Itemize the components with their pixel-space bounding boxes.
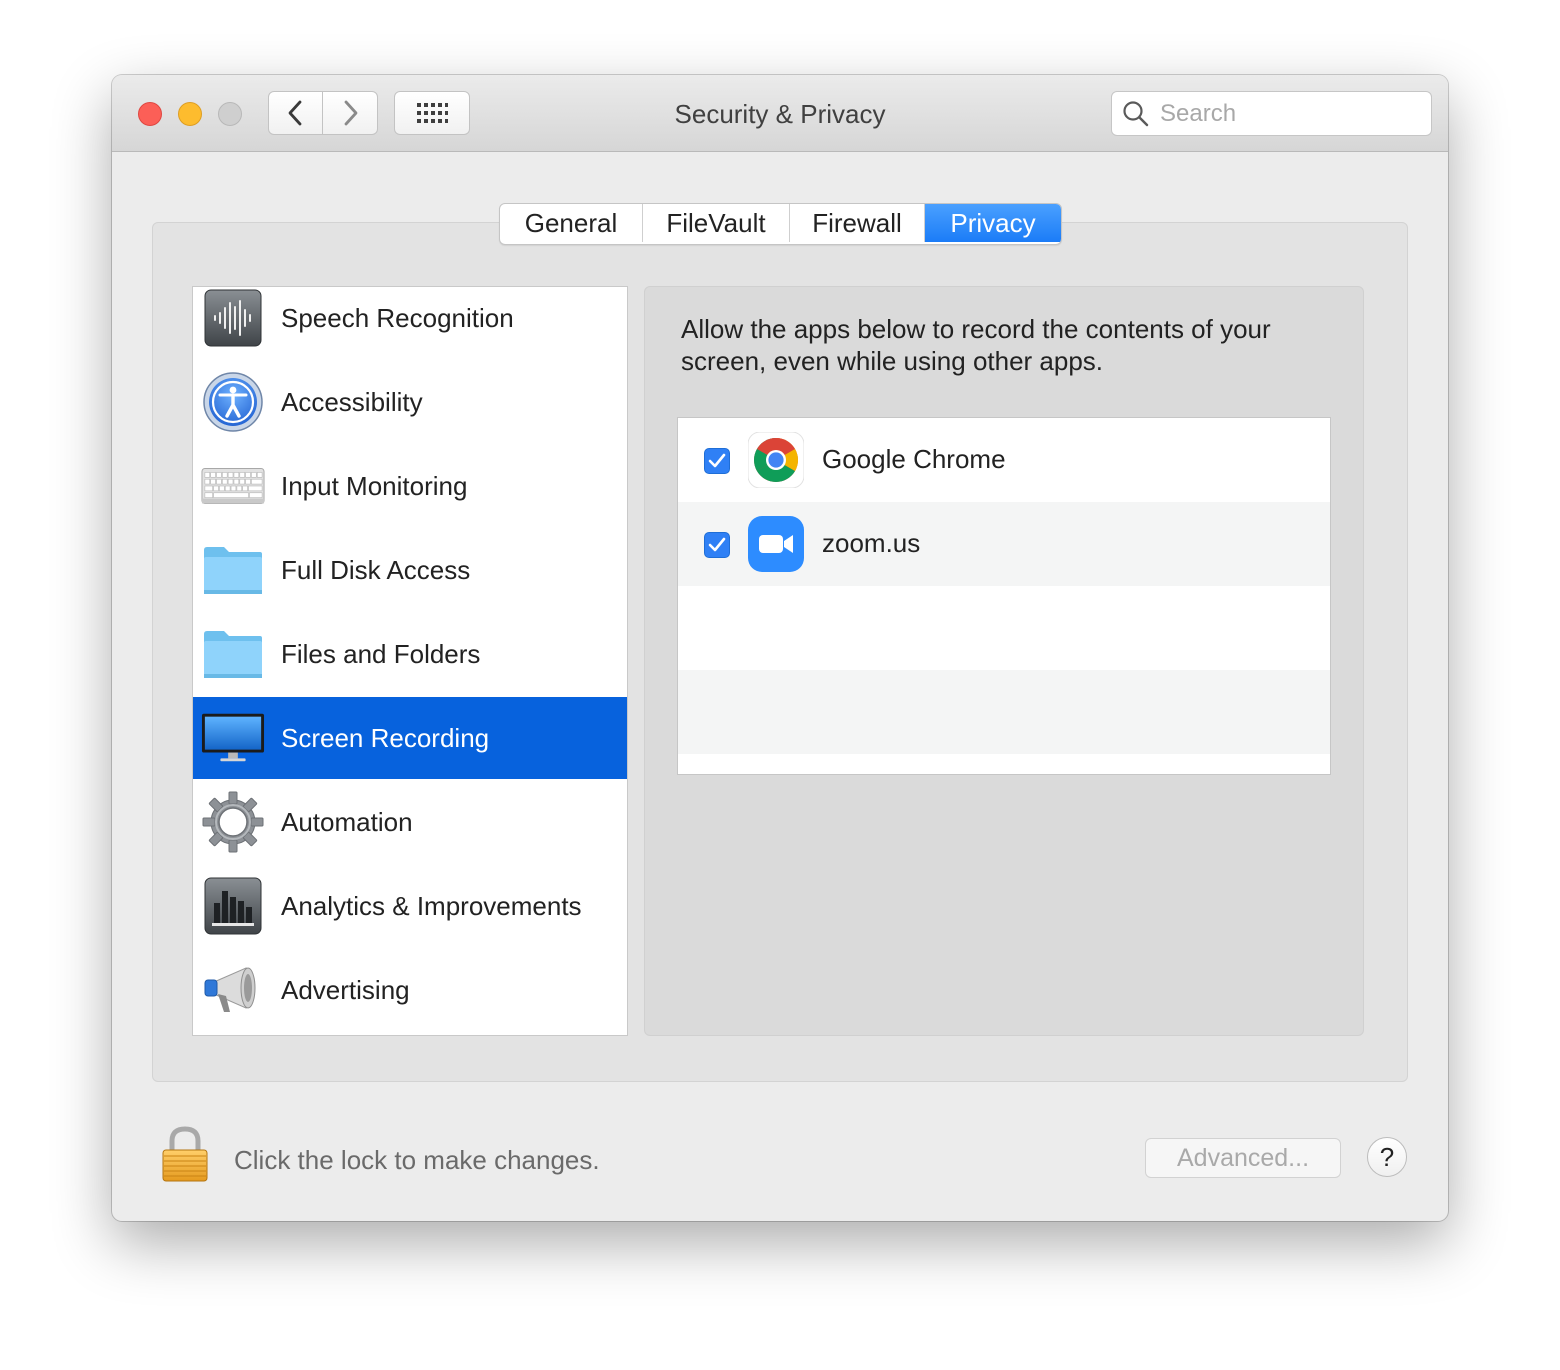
megaphone-icon xyxy=(201,958,265,1022)
sidebar-item-screen-recording[interactable]: Screen Recording xyxy=(193,697,627,779)
app-name: zoom.us xyxy=(822,528,921,558)
sidebar-item-accessibility[interactable]: Accessibility xyxy=(193,361,627,443)
sidebar-item-speech-recognition[interactable]: Speech Recognition xyxy=(193,287,627,359)
help-button[interactable]: ? xyxy=(1367,1137,1407,1177)
app-name: Google Chrome xyxy=(822,444,1006,474)
sidebar-item-label: Input Monitoring xyxy=(281,470,468,501)
search-field[interactable] xyxy=(1111,91,1432,136)
app-row-google-chrome[interactable]: Google Chrome xyxy=(678,418,1330,502)
empty-row xyxy=(678,586,1330,670)
sidebar-item-analytics-improvements[interactable]: Analytics & Improvements xyxy=(193,865,627,947)
speech-recognition-icon xyxy=(201,287,265,350)
sidebar-item-advertising[interactable]: Advertising xyxy=(193,949,627,1031)
gear-icon xyxy=(201,790,265,854)
checkmark-icon xyxy=(708,453,726,468)
app-row-zoom[interactable]: zoom.us xyxy=(678,502,1330,586)
search-icon xyxy=(1123,100,1149,126)
advanced-button[interactable]: Advanced... xyxy=(1145,1138,1341,1178)
app-checkbox[interactable] xyxy=(704,532,730,558)
sidebar-item-files-and-folders[interactable]: Files and Folders xyxy=(193,613,627,695)
sidebar-item-label: Screen Recording xyxy=(281,722,490,753)
accessibility-icon xyxy=(201,370,265,434)
permission-description: Allow the apps below to record the conte… xyxy=(681,314,1271,376)
screen-recording-pane: Allow the apps below to record the conte… xyxy=(644,286,1364,1036)
folder-icon xyxy=(201,538,265,602)
empty-row xyxy=(678,670,1330,754)
sidebar-item-full-disk-access[interactable]: Full Disk Access xyxy=(193,529,627,611)
system-preferences-window: Security & Privacy General FileVault Fir… xyxy=(112,75,1448,1221)
sidebar-item-label: Advertising xyxy=(281,974,410,1005)
sidebar-item-label: Files and Folders xyxy=(281,638,481,669)
sidebar-item-label: Automation xyxy=(281,806,413,837)
app-checkbox[interactable] xyxy=(704,448,730,474)
tab-firewall[interactable]: Firewall xyxy=(790,204,925,242)
lock-icon xyxy=(162,1126,208,1182)
sidebar-item-automation[interactable]: Automation xyxy=(193,781,627,863)
sidebar-item-label: Analytics & Improvements xyxy=(281,890,582,921)
sidebar-item-label: Speech Recognition xyxy=(281,302,514,333)
folder-icon xyxy=(201,622,265,686)
tab-filevault[interactable]: FileVault xyxy=(643,204,790,242)
keyboard-icon xyxy=(201,454,265,518)
privacy-category-list: Speech Recognition Accessibility Input M… xyxy=(192,286,628,1036)
checkmark-icon xyxy=(708,537,726,552)
lock-button[interactable] xyxy=(160,1125,210,1183)
sidebar-item-label: Full Disk Access xyxy=(281,554,471,585)
tab-bar: General FileVault Firewall Privacy xyxy=(499,203,1062,245)
title-bar: Security & Privacy xyxy=(112,75,1448,152)
sidebar-item-label: Accessibility xyxy=(281,386,423,417)
display-icon xyxy=(201,706,265,770)
search-input[interactable] xyxy=(1158,98,1422,129)
app-list: Google Chrome zoom.us xyxy=(677,417,1331,775)
sidebar-item-input-monitoring[interactable]: Input Monitoring xyxy=(193,445,627,527)
zoom-icon xyxy=(748,516,804,572)
tab-general[interactable]: General xyxy=(500,204,643,242)
lock-status-text: Click the lock to make changes. xyxy=(234,1145,600,1175)
chrome-icon xyxy=(747,431,805,489)
bar-chart-icon xyxy=(201,874,265,938)
tab-privacy[interactable]: Privacy xyxy=(925,204,1061,242)
